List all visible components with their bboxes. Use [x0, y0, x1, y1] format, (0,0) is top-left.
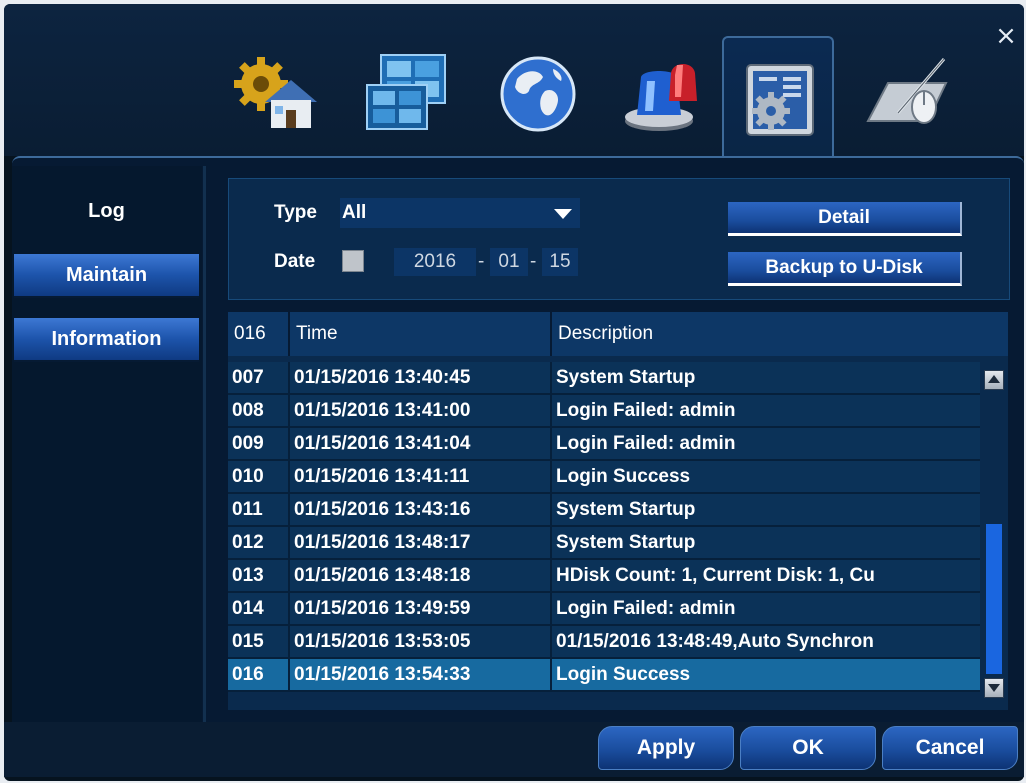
table-cell-desc: 01/15/2016 13:48:49,Auto Synchron [552, 626, 980, 657]
gear-house-icon [234, 57, 317, 128]
column-header-description[interactable]: Description [552, 312, 1008, 356]
date-day-field[interactable]: 15 [542, 248, 578, 276]
table-cell-num: 008 [228, 395, 290, 426]
table-cell-desc: Login Failed: admin [552, 395, 980, 426]
arrow-down-icon [988, 684, 1000, 692]
scrollbar[interactable] [980, 356, 1008, 710]
table-row[interactable]: 012 01/15/2016 13:48:17 System Startup [228, 527, 980, 560]
detail-button[interactable]: Detail [728, 202, 962, 236]
scroll-down-button[interactable] [984, 678, 1004, 698]
table-cell-num: 016 [228, 659, 290, 690]
scroll-thumb[interactable] [986, 524, 1002, 674]
table-row[interactable]: 011 01/15/2016 13:43:16 System Startup [228, 494, 980, 527]
table-cell-num: 009 [228, 428, 290, 459]
tab-system-maintenance[interactable] [722, 36, 834, 162]
table-header: 016 Time Description [228, 312, 1008, 356]
table-cell-desc: Login Success [552, 461, 980, 492]
tab-alarm-settings[interactable] [610, 44, 718, 144]
sidebar-item-maintain[interactable]: Maintain [14, 254, 199, 298]
tab-general-settings[interactable] [222, 44, 330, 144]
table-cell-time: 01/15/2016 13:48:17 [290, 527, 552, 558]
table-cell-time: 01/15/2016 13:49:59 [290, 593, 552, 624]
date-separator: - [530, 251, 537, 272]
sidebar-divider [203, 166, 206, 722]
backup-button[interactable]: Backup to U-Disk [728, 252, 962, 286]
table-cell-time: 01/15/2016 13:41:11 [290, 461, 552, 492]
cancel-button[interactable]: Cancel [882, 726, 1018, 770]
table-cell-desc: System Startup [552, 494, 980, 525]
table-cell-time: 01/15/2016 13:53:05 [290, 626, 552, 657]
table-cell-time: 01/15/2016 13:41:00 [290, 395, 552, 426]
tab-network-settings[interactable] [484, 44, 592, 144]
sidebar-item-information[interactable]: Information [14, 318, 199, 362]
pen-mouse-icon [866, 58, 948, 124]
table-cell-num: 011 [228, 494, 290, 525]
table-cell-desc: Login Success [552, 659, 980, 690]
sidebar-item-log[interactable]: Log [14, 190, 199, 232]
table-row[interactable]: 008 01/15/2016 13:41:00 Login Failed: admi… [228, 395, 980, 428]
ok-button-label: OK [792, 736, 824, 759]
sidebar [12, 166, 202, 722]
top-toolbar: × [4, 4, 1024, 162]
table-row[interactable]: 007 01/15/2016 13:40:45 System Startup [228, 362, 980, 395]
table-cell-num: 015 [228, 626, 290, 657]
column-header-number[interactable]: 016 [228, 312, 290, 356]
date-separator: - [478, 251, 485, 272]
tab-display-settings[interactable] [352, 44, 460, 144]
arrow-up-icon [988, 375, 1000, 383]
table-cell-desc: Login Failed: admin [552, 428, 980, 459]
globe-icon [500, 56, 576, 132]
table-cell-num: 014 [228, 593, 290, 624]
sidebar-item-label: Information [51, 327, 162, 350]
close-icon[interactable]: × [994, 23, 1018, 49]
table-cell-num: 010 [228, 461, 290, 492]
sidebar-item-label: Maintain [65, 263, 148, 286]
table-cell-num: 013 [228, 560, 290, 591]
table-row[interactable]: 013 01/15/2016 13:48:18 HDisk Count: 1, Cu… [228, 560, 980, 593]
table-row[interactable]: 010 01/15/2016 13:41:11 Login Success [228, 461, 980, 494]
detail-button-label: Detail [818, 206, 870, 228]
date-month-field[interactable]: 01 [490, 248, 528, 276]
cancel-button-label: Cancel [915, 736, 985, 759]
ok-button[interactable]: OK [740, 726, 876, 770]
apply-button-label: Apply [636, 736, 696, 759]
alarm-siren-icon [625, 64, 697, 131]
date-checkbox[interactable] [342, 250, 364, 272]
table-cell-time: 01/15/2016 13:41:04 [290, 428, 552, 459]
table-cell-num: 007 [228, 362, 290, 393]
apply-button[interactable]: Apply [598, 726, 734, 770]
table-row[interactable]: 014 01/15/2016 13:49:59 Login Failed: admi… [228, 593, 980, 626]
table-cell-time: 01/15/2016 13:43:16 [290, 494, 552, 525]
type-label: Type [274, 202, 317, 223]
monitors-icon [366, 54, 446, 130]
column-header-time[interactable]: Time [290, 312, 552, 356]
sidebar-item-label: Log [88, 199, 125, 222]
table-cell-time: 01/15/2016 13:54:33 [290, 659, 552, 690]
table-cell-desc: Login Failed: admin [552, 593, 980, 624]
backup-button-label: Backup to U-Disk [765, 256, 923, 278]
date-year-field[interactable]: 2016 [394, 248, 476, 276]
table-row[interactable]: 009 01/15/2016 13:41:04 Login Failed: admi… [228, 428, 980, 461]
system-gear-icon [746, 64, 814, 136]
tab-advanced-tools[interactable] [852, 44, 960, 144]
table-row[interactable]: 016 01/15/2016 13:54:33 Login Success [228, 659, 980, 692]
table-cell-time: 01/15/2016 13:40:45 [290, 362, 552, 393]
table-cell-desc: HDisk Count: 1, Current Disk: 1, Cu [552, 560, 980, 591]
table-cell-desc: System Startup [552, 362, 980, 393]
table-cell-num: 012 [228, 527, 290, 558]
date-label: Date [274, 251, 316, 272]
table-cell-time: 01/15/2016 13:48:18 [290, 560, 552, 591]
scroll-up-button[interactable] [984, 370, 1004, 390]
type-select-value: All [342, 202, 367, 223]
chevron-down-icon[interactable] [554, 209, 572, 219]
type-select[interactable]: All [340, 198, 580, 228]
log-table: 016 Time Description 007 01/15/2016 13:40… [228, 312, 1008, 710]
table-row[interactable]: 015 01/15/2016 13:53:05 01/15/2016 13:48:4… [228, 626, 980, 659]
table-cell-desc: System Startup [552, 527, 980, 558]
